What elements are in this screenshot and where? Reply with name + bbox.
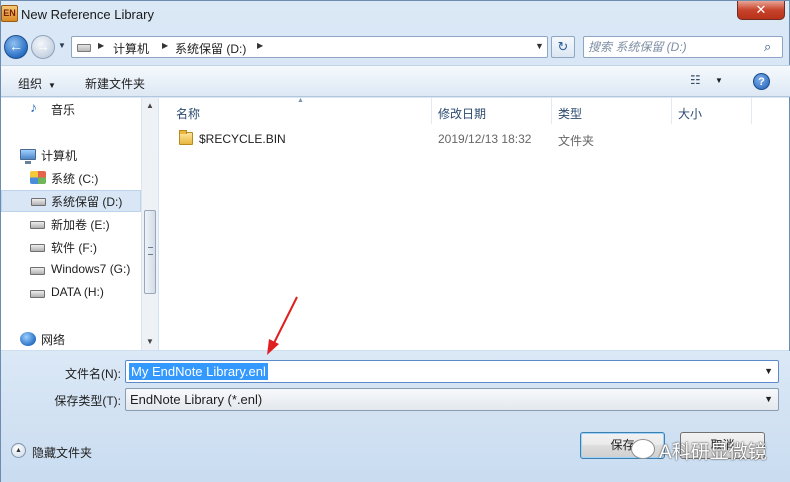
file-type: 文件夹 — [558, 134, 595, 148]
navigation-pane: ♪ 音乐 计算机 系统 (C:) 系统保留 (D:) 新加卷 (E:) 软件 (… — [1, 98, 158, 350]
column-header-name[interactable]: ▲ 名称 — [159, 97, 432, 124]
watermark-text: A科研显微镜 — [659, 442, 767, 463]
folder-icon — [179, 130, 193, 145]
sidebar-item-drive-d[interactable]: 系统保留 (D:) — [1, 190, 141, 212]
window-title: New Reference Library — [21, 7, 154, 22]
hide-folders-label: 隐藏文件夹 — [32, 446, 93, 460]
refresh-button[interactable]: ↻ — [551, 36, 575, 58]
search-input[interactable] — [588, 39, 760, 55]
sidebar-item-music[interactable]: ♪ 音乐 — [17, 98, 139, 120]
windows-drive-icon — [30, 171, 46, 184]
column-header-label: 名称 — [176, 107, 201, 121]
column-header-label: 大小 — [678, 107, 703, 121]
title-bar: EN New Reference Library ✕ — [1, 1, 790, 31]
view-options-dropdown-icon[interactable]: ▼ — [715, 76, 723, 85]
save-form: 文件名(N): My EndNote Library.enl ▼ 保存类型(T)… — [1, 351, 790, 482]
wechat-logo-icon — [631, 439, 655, 459]
breadcrumb-chevron-icon[interactable]: ▶ — [98, 41, 104, 50]
sidebar-item-label: DATA (H:) — [51, 285, 104, 299]
filename-label: 文件名(N): — [65, 367, 121, 381]
computer-icon — [20, 149, 36, 164]
search-icon[interactable]: ⌕ — [764, 39, 771, 55]
change-view-button[interactable]: ☷ — [690, 73, 704, 87]
help-button[interactable]: ? — [753, 73, 770, 90]
sidebar-item-network[interactable]: 网络 — [17, 328, 139, 350]
navigation-pane-scrollbar[interactable]: ▲ ▼ — [141, 98, 158, 350]
sidebar-item-drive-h[interactable]: DATA (H:) — [27, 282, 139, 304]
filetype-label: 保存类型(T): — [54, 394, 121, 408]
view-details-icon: ☷ — [690, 73, 701, 87]
address-history-dropdown-icon[interactable]: ▼ — [535, 41, 544, 51]
address-bar[interactable]: ▶ 计算机 ▶ 系统保留 (D:) ▶ ▼ — [71, 36, 548, 58]
sidebar-item-label: 音乐 — [51, 103, 76, 117]
sidebar-item-label: Windows7 (G:) — [51, 262, 131, 276]
filename-input[interactable]: My EndNote Library.enl — [129, 363, 268, 380]
breadcrumb-chevron-icon[interactable]: ▶ — [257, 41, 263, 50]
breadcrumb-drive-d[interactable]: 系统保留 (D:) — [175, 40, 246, 57]
scroll-up-icon[interactable]: ▲ — [146, 101, 154, 110]
navigation-bar: ← → ▼ ▶ 计算机 ▶ 系统保留 (D:) ▶ ▼ ↻ ⌕ — [1, 33, 790, 61]
sidebar-item-drive-e[interactable]: 新加卷 (E:) — [27, 213, 139, 235]
new-folder-button[interactable]: 新建文件夹 — [85, 75, 145, 92]
sidebar-item-label: 系统 (C:) — [51, 172, 99, 186]
sidebar-item-label: 计算机 — [41, 149, 78, 163]
sidebar-item-drive-c[interactable]: 系统 (C:) — [27, 167, 139, 189]
sidebar-item-label: 网络 — [41, 333, 66, 347]
scrollbar-thumb[interactable] — [144, 210, 156, 294]
recent-locations-dropdown[interactable]: ▼ — [58, 40, 68, 52]
table-row[interactable]: $RECYCLE.BIN 2019/12/13 18:32 文件夹 — [159, 128, 789, 150]
refresh-icon: ↻ — [557, 39, 569, 54]
chevron-down-icon: ▼ — [48, 81, 56, 90]
drive-icon — [77, 44, 91, 52]
organize-menu-button[interactable]: 组织 ▼ — [18, 75, 56, 92]
back-arrow-icon: ← — [9, 38, 23, 54]
column-header-label: 修改日期 — [438, 107, 487, 121]
column-header-type[interactable]: 类型 — [552, 98, 672, 124]
sidebar-item-drive-f[interactable]: 软件 (F:) — [27, 236, 139, 258]
column-header-size[interactable]: 大小 — [672, 98, 752, 124]
sidebar-item-label: 新加卷 (E:) — [51, 218, 110, 232]
endnote-app-icon: EN — [1, 5, 18, 22]
file-list: ▲ 名称 修改日期 类型 大小 $RECYCLE.BIN 2019/12/13 … — [159, 97, 789, 350]
chevron-down-icon[interactable]: ▼ — [764, 394, 773, 404]
filetype-select[interactable]: EndNote Library (*.enl) ▼ — [125, 388, 779, 411]
close-button[interactable]: ✕ — [737, 1, 785, 20]
chevron-down-icon[interactable]: ▼ — [764, 366, 773, 376]
file-modified: 2019/12/13 18:32 — [438, 132, 532, 146]
breadcrumb-computer[interactable]: 计算机 — [113, 40, 149, 57]
scroll-down-icon[interactable]: ▼ — [146, 337, 154, 346]
sidebar-item-computer[interactable]: 计算机 — [17, 144, 139, 166]
drive-icon — [30, 290, 45, 298]
file-name: $RECYCLE.BIN — [199, 132, 286, 146]
forward-arrow-icon: → — [36, 38, 50, 54]
drive-icon — [30, 244, 45, 252]
sort-ascending-icon: ▲ — [297, 97, 304, 104]
music-icon: ♪ — [30, 99, 37, 115]
column-header-modified[interactable]: 修改日期 — [432, 98, 552, 124]
filetype-value: EndNote Library (*.enl) — [130, 392, 263, 407]
sidebar-item-drive-g[interactable]: Windows7 (G:) — [27, 259, 139, 281]
chevron-up-icon: ▲ — [11, 443, 26, 458]
search-box[interactable]: ⌕ — [583, 36, 783, 58]
column-header-label: 类型 — [558, 107, 583, 121]
organize-label: 组织 — [18, 77, 43, 91]
sidebar-item-label: 软件 (F:) — [51, 241, 97, 255]
breadcrumb-chevron-icon[interactable]: ▶ — [162, 41, 168, 50]
network-icon — [20, 332, 36, 346]
sidebar-item-label: 系统保留 (D:) — [51, 195, 123, 209]
annotation-arrow-icon — [267, 296, 298, 355]
filename-combobox[interactable]: My EndNote Library.enl ▼ — [125, 360, 779, 383]
command-toolbar: 组织 ▼ 新建文件夹 ☷ ▼ ? — [1, 65, 790, 97]
drive-icon — [30, 267, 45, 275]
drive-icon — [31, 198, 46, 206]
forward-button[interactable]: → — [31, 35, 55, 59]
drive-icon — [30, 221, 45, 229]
back-button[interactable]: ← — [4, 35, 28, 59]
save-dialog-window: EN New Reference Library ✕ ← → ▼ ▶ 计算机 ▶… — [0, 0, 790, 482]
grip-icon — [148, 247, 153, 255]
